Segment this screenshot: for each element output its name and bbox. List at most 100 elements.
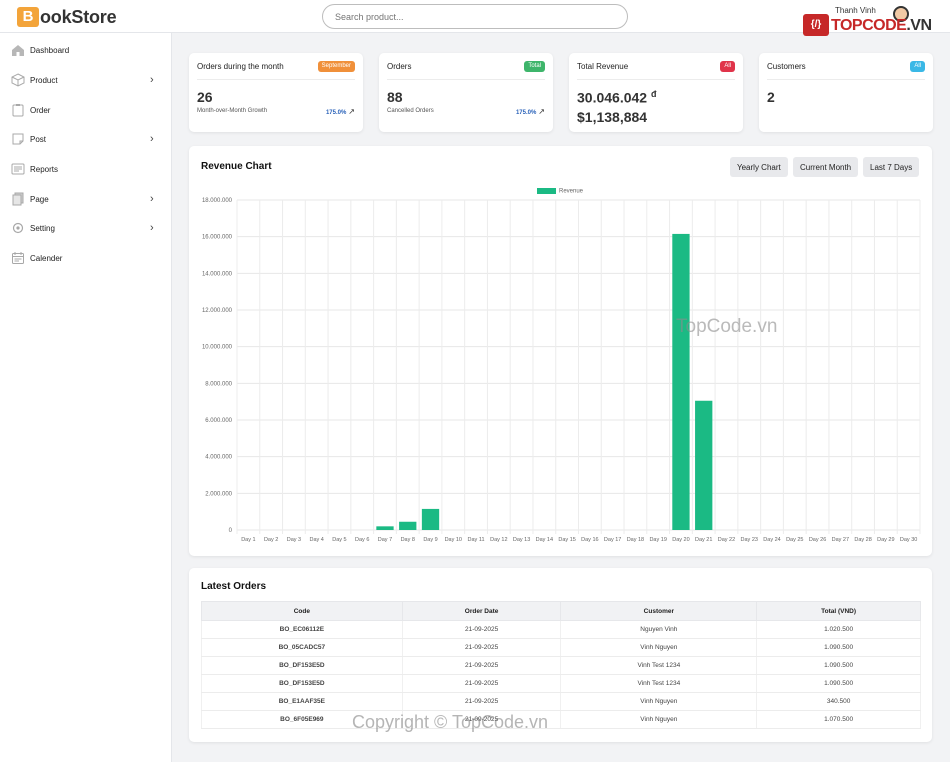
trend-up-icon: ↗: [538, 107, 545, 116]
order-code[interactable]: BO_EC06112E: [201, 620, 403, 639]
sidebar-item-product[interactable]: Product ›: [0, 66, 172, 94]
stat-title: Customers: [767, 62, 806, 71]
table-row[interactable]: BO_E1AAF35E 21-09-2025 Vinh Nguyen 340.5…: [201, 692, 921, 711]
stat-card-revenue: Total Revenue All 30.046.042 đ $1,138,88…: [569, 53, 743, 132]
order-total: 340.500: [756, 692, 921, 711]
order-customer: Vinh Nguyen: [560, 638, 758, 657]
last-7-days-button[interactable]: Last 7 Days: [863, 157, 920, 177]
watermark: Copyright © TopCode.vn: [352, 712, 549, 732]
sidebar-item-calender[interactable]: Calender: [0, 244, 172, 272]
sidebar-item-post[interactable]: Post ›: [0, 125, 172, 153]
chevron-right-icon: ›: [150, 193, 154, 205]
chart-legend[interactable]: Revenue: [537, 188, 583, 195]
brand-area: {/} Thanh Vinh TOPCODE.VN: [801, 6, 932, 36]
divider: [197, 79, 355, 80]
search-input[interactable]: [322, 4, 628, 29]
order-code[interactable]: BO_DF153E5D: [201, 674, 403, 693]
chevron-right-icon: ›: [150, 133, 154, 145]
order-date: 21-09-2025: [401, 674, 562, 693]
column-header[interactable]: Total (VND): [756, 601, 921, 621]
divider: [767, 79, 925, 80]
stat-title: Orders during the month: [197, 62, 284, 71]
table-row[interactable]: BO_DF153E5D 21-09-2025 Vinh Test 1234 1.…: [201, 674, 921, 693]
order-customer: Vinh Nguyen: [560, 692, 758, 711]
current-month-button[interactable]: Current Month: [793, 157, 859, 177]
order-date: 21-09-2025: [401, 638, 562, 657]
sidebar-item-label: Order: [30, 105, 51, 115]
sidebar-item-label: Calender: [30, 253, 63, 263]
stat-title: Total Revenue: [577, 62, 629, 71]
status-badge: Total: [524, 61, 545, 72]
sidebar-item-page[interactable]: Page ›: [0, 185, 172, 213]
order-customer: Nguyen Vinh: [560, 620, 758, 639]
brand-name: TOPCODE.VN: [831, 17, 932, 35]
gear-icon: [11, 221, 25, 235]
sidebar-item-order[interactable]: Order: [0, 96, 172, 124]
stat-card-orders-month: Orders during the month September 26 Mon…: [189, 53, 363, 132]
legend-label: Revenue: [559, 188, 584, 195]
stat-card-orders: Orders Total 88 Cancelled Orders 175.0% ↗: [379, 53, 553, 132]
growth-percent: 175.0%: [325, 110, 347, 116]
revenue-vnd: 30.046.042 đ: [577, 89, 656, 106]
column-header[interactable]: Order Date: [401, 601, 562, 621]
order-code[interactable]: BO_05CADC57: [201, 638, 403, 657]
order-total: 1.090.500: [756, 638, 921, 657]
sidebar-item-setting[interactable]: Setting ›: [0, 214, 172, 242]
logo-text: ookStore: [40, 6, 117, 27]
note-icon: [11, 132, 25, 146]
status-badge: All: [720, 61, 735, 72]
stat-card-customers: Customers All 2: [759, 53, 933, 132]
order-total: 1.090.500: [756, 656, 921, 675]
user-name[interactable]: Thanh Vinh: [835, 6, 876, 15]
watermark: TopCode.vn: [676, 316, 778, 337]
bookstore-logo[interactable]: B ookStore: [17, 6, 117, 28]
chevron-right-icon: ›: [150, 222, 154, 234]
order-total: 1.020.500: [756, 620, 921, 639]
topcode-logo-icon: {/}: [803, 14, 829, 36]
latest-orders-card: Latest Orders Code Order Date Customer T…: [189, 568, 932, 742]
yearly-chart-button[interactable]: Yearly Chart: [730, 157, 788, 177]
chart-title: Revenue Chart: [201, 161, 272, 172]
order-code[interactable]: BO_E1AAF35E: [201, 692, 403, 711]
currency-symbol: đ: [650, 89, 657, 99]
sidebar-item-reports[interactable]: Reports: [0, 155, 172, 183]
trend-up-icon: ↗: [348, 107, 355, 116]
growth-value: 175.0% ↗: [516, 107, 545, 116]
sidebar-item-label: Post: [30, 134, 47, 144]
column-header[interactable]: Customer: [560, 601, 758, 621]
revenue-usd: $1,138,884: [577, 109, 648, 125]
divider: [577, 79, 735, 80]
revenue-chart-card: Revenue Chart Yearly Chart Current Month…: [189, 146, 932, 556]
status-badge: September: [317, 61, 355, 72]
table-header-row: Code Order Date Customer Total (VND): [201, 601, 921, 621]
sidebar-item-label: Dashboard: [30, 45, 70, 55]
order-customer: Vinh Test 1234: [560, 674, 758, 693]
brand-name-text: TOPCODE: [831, 17, 907, 34]
sidebar-item-dashboard[interactable]: Dashboard: [0, 36, 172, 64]
order-date: 21-09-2025: [401, 656, 562, 675]
stat-value: 88: [387, 89, 403, 105]
brand-tld: .VN: [906, 17, 932, 34]
pages-icon: [11, 192, 25, 206]
table-row[interactable]: BO_EC06112E 21-09-2025 Nguyen Vinh 1.020…: [201, 620, 921, 639]
order-code[interactable]: BO_DF153E5D: [201, 656, 403, 675]
stat-value: 26: [197, 89, 213, 105]
calendar-icon: [11, 251, 25, 265]
box-icon: [11, 73, 25, 87]
chevron-right-icon: ›: [150, 74, 154, 86]
order-customer: Vinh Test 1234: [560, 656, 758, 675]
table-row[interactable]: BO_DF153E5D 21-09-2025 Vinh Test 1234 1.…: [201, 656, 921, 675]
stat-subtitle: Cancelled Orders: [387, 108, 434, 114]
status-badge: All: [910, 61, 925, 72]
logo-mark: B: [17, 7, 39, 27]
orders-table: Code Order Date Customer Total (VND) BO_…: [201, 601, 921, 729]
order-total: 1.090.500: [756, 674, 921, 693]
sidebar-item-label: Reports: [30, 164, 59, 174]
table-row[interactable]: BO_6F05E969 21-09-2025 Vinh Nguyen 1.070…: [201, 710, 921, 729]
section-title: Latest Orders: [201, 581, 267, 592]
clipboard-icon: [11, 103, 25, 117]
column-header[interactable]: Code: [201, 601, 403, 621]
sidebar-item-label: Page: [30, 194, 49, 204]
growth-percent: 175.0%: [515, 110, 537, 116]
table-row[interactable]: BO_05CADC57 21-09-2025 Vinh Nguyen 1.090…: [201, 638, 921, 657]
